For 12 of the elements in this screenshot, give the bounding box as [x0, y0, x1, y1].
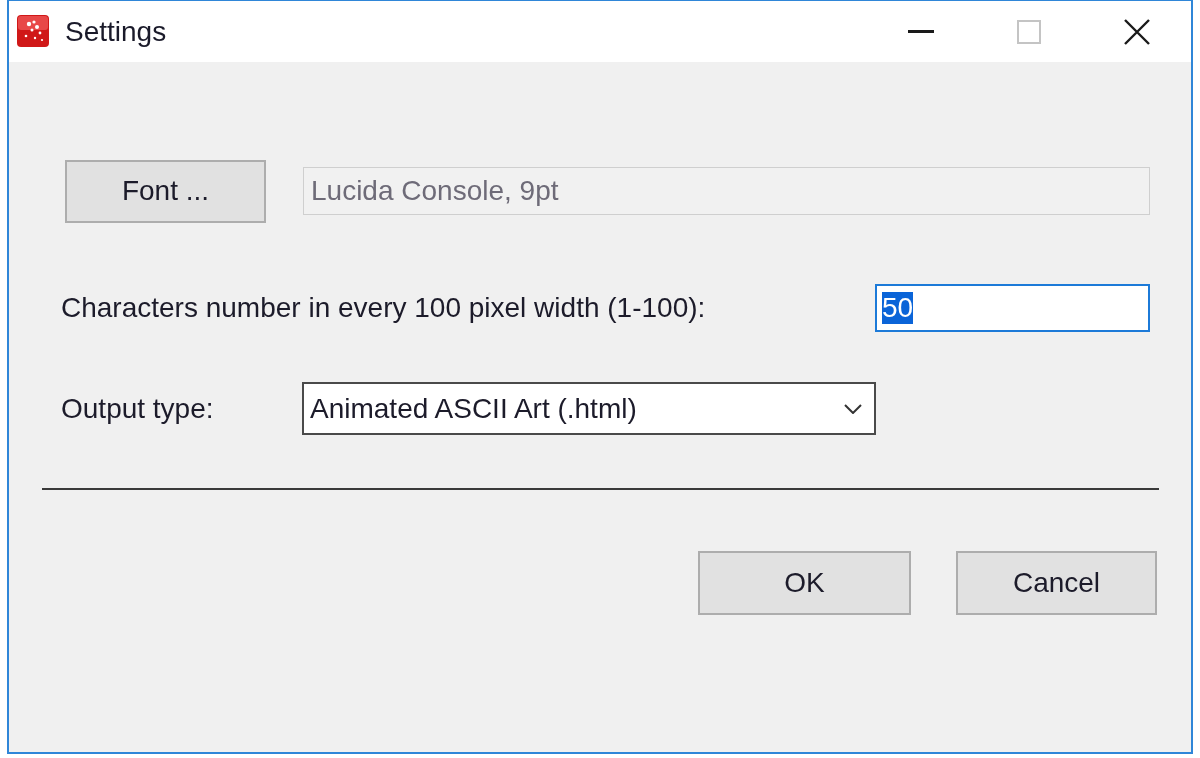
close-icon — [1124, 18, 1150, 45]
app-icon — [17, 14, 49, 47]
characters-label: Characters number in every 100 pixel width (1-100): — [61, 292, 706, 324]
output-type-label: Output type: — [61, 392, 215, 425]
cancel-button[interactable]: Cancel — [956, 551, 1157, 615]
output-type-dropdown[interactable]: Animated ASCII Art (.html) — [302, 382, 876, 435]
chevron-icon — [844, 403, 862, 414]
ok-button[interactable]: OK — [698, 551, 911, 615]
window-title: Settings — [65, 15, 167, 48]
minimize-icon — [908, 30, 934, 33]
maximize-icon — [1017, 19, 1041, 44]
characters-input[interactable]: 50 — [875, 284, 1150, 332]
